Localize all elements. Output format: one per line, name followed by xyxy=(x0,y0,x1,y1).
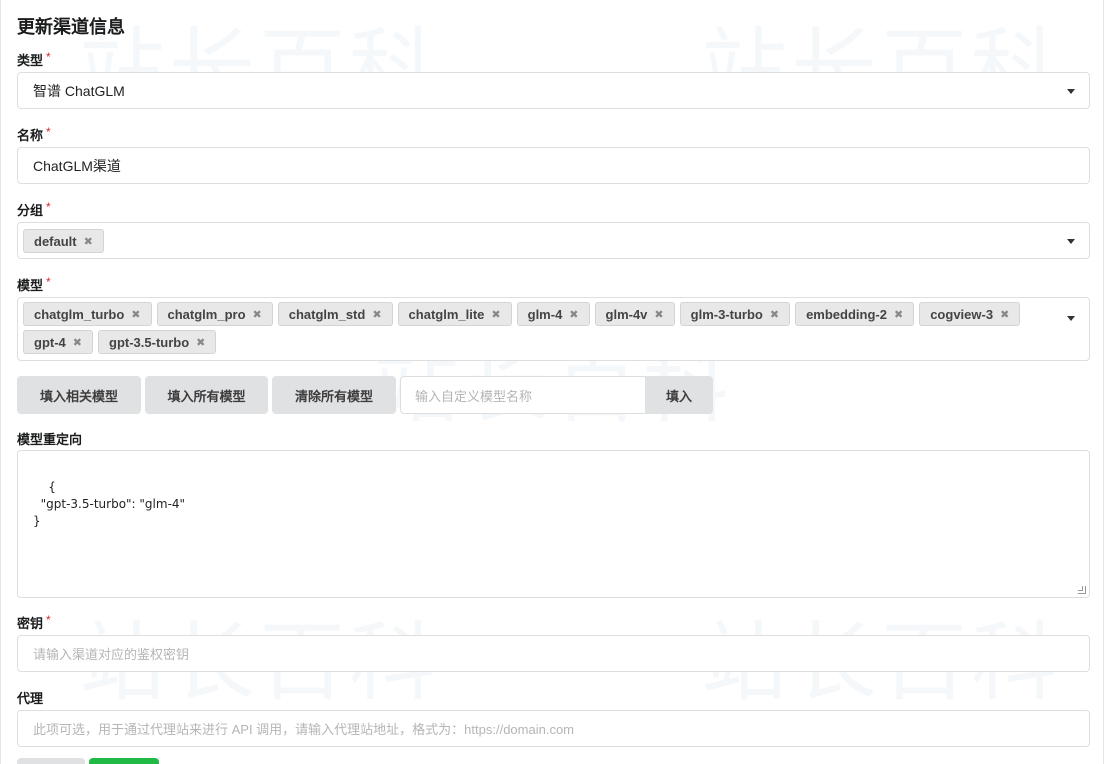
chip: cogview-3 ✖ xyxy=(919,302,1021,326)
key-input-placeholder: 请输入渠道对应的鉴权密钥 xyxy=(33,647,190,662)
models-label: 模型 * xyxy=(17,275,51,294)
remove-chip-icon[interactable]: ✖ xyxy=(654,308,663,321)
model-chip-list: chatglm_turbo ✖ chatglm_pro ✖ chatglm_std ✖ ch… xyxy=(18,298,1089,358)
required-mark: * xyxy=(46,200,51,214)
type-label: 类型 * xyxy=(17,50,51,69)
remove-chip-icon[interactable]: ✖ xyxy=(894,308,903,321)
models-label-text: 模型 xyxy=(17,278,44,293)
model-mapping-textarea[interactable]: { "gpt-3.5-turbo": "glm-4" } xyxy=(17,450,1090,598)
dropdown-caret-icon xyxy=(1067,238,1075,244)
chip: glm-4 ✖ xyxy=(516,302,590,326)
chip: glm-4v ✖ xyxy=(594,302,675,326)
chip: chatglm_std ✖ xyxy=(277,302,393,326)
group-select[interactable]: default ✖ xyxy=(17,222,1090,259)
remove-chip-icon[interactable]: ✖ xyxy=(84,235,93,248)
remove-chip-icon[interactable]: ✖ xyxy=(770,308,779,321)
chip-label: chatglm_turbo xyxy=(34,306,125,322)
model-mapping-label: 模型重定向 xyxy=(17,429,82,448)
fill-all-models-button[interactable]: 填入所有模型 xyxy=(145,376,268,414)
group-label: 分组 * xyxy=(17,200,51,219)
type-label-text: 类型 xyxy=(17,53,44,68)
chip-label: cogview-3 xyxy=(930,306,994,322)
remove-chip-icon[interactable]: ✖ xyxy=(253,308,262,321)
chip: chatglm_lite ✖ xyxy=(397,302,512,326)
fill-custom-model-button[interactable]: 填入 xyxy=(645,376,713,414)
dropdown-caret-icon xyxy=(1067,316,1075,321)
chip-label: chatglm_lite xyxy=(408,306,485,322)
chip-label: chatglm_pro xyxy=(167,306,246,322)
group-label-text: 分组 xyxy=(17,203,44,218)
custom-model-input[interactable]: 输入自定义模型名称 xyxy=(400,376,645,414)
group-chip-list: default ✖ xyxy=(18,223,1089,257)
name-input-value: ChatGLM渠道 xyxy=(33,157,121,174)
proxy-label-text: 代理 xyxy=(17,691,44,706)
required-mark: * xyxy=(46,613,51,627)
name-label: 名称 * xyxy=(17,125,51,144)
remove-chip-icon[interactable]: ✖ xyxy=(131,308,140,321)
chip-label: embedding-2 xyxy=(806,306,887,322)
models-select[interactable]: chatglm_turbo ✖ chatglm_pro ✖ chatglm_std ✖ ch… xyxy=(17,297,1090,361)
type-select[interactable]: 智谱 ChatGLM xyxy=(17,72,1090,109)
chip: default ✖ xyxy=(23,229,104,253)
fill-related-models-button[interactable]: 填入相关模型 xyxy=(17,376,141,414)
chip-label: glm-4 xyxy=(527,306,563,322)
model-mapping-value: { "gpt-3.5-turbo": "glm-4" } xyxy=(33,480,186,528)
chip-label: glm-4v xyxy=(605,306,648,322)
chip: glm-3-turbo ✖ xyxy=(679,302,791,326)
required-mark: * xyxy=(46,275,51,289)
chip-label: chatglm_std xyxy=(288,306,366,322)
chip: gpt-3.5-turbo ✖ xyxy=(98,330,217,354)
name-input[interactable]: ChatGLM渠道 xyxy=(17,147,1090,184)
key-input[interactable]: 请输入渠道对应的鉴权密钥 xyxy=(17,635,1090,672)
remove-chip-icon[interactable]: ✖ xyxy=(569,308,578,321)
chip-label: default xyxy=(34,233,77,249)
key-label: 密钥 * xyxy=(17,613,51,632)
page-title: 更新渠道信息 xyxy=(17,17,125,37)
cancel-button[interactable] xyxy=(17,758,85,764)
required-mark: * xyxy=(46,50,51,64)
dropdown-caret-icon xyxy=(1067,88,1075,94)
chip-label: glm-3-turbo xyxy=(690,306,763,322)
model-mapping-label-text: 模型重定向 xyxy=(17,432,83,447)
edit-channel-page: 站长百科 站长百科 站长百科 站长百科 站长百科 更新渠道信息 类型* 智谱 C… xyxy=(0,0,1104,764)
required-mark: * xyxy=(46,125,51,139)
chip-label: gpt-4 xyxy=(34,334,66,350)
chip-label: gpt-3.5-turbo xyxy=(109,334,190,350)
type-select-value: 智谱 ChatGLM xyxy=(33,82,125,99)
proxy-label: 代理 xyxy=(17,688,43,707)
chip: chatglm_turbo ✖ xyxy=(23,302,152,326)
remove-chip-icon[interactable]: ✖ xyxy=(196,336,205,349)
custom-model-placeholder: 输入自定义模型名称 xyxy=(415,388,533,404)
remove-chip-icon[interactable]: ✖ xyxy=(1000,308,1009,321)
resize-handle-icon[interactable] xyxy=(1078,586,1086,594)
key-label-text: 密钥 xyxy=(17,616,44,631)
submit-button[interactable] xyxy=(89,758,159,764)
proxy-input-placeholder: 此项可选，用于通过代理站来进行 API 调用，请输入代理站地址，格式为：http… xyxy=(33,722,575,737)
proxy-input[interactable]: 此项可选，用于通过代理站来进行 API 调用，请输入代理站地址，格式为：http… xyxy=(17,710,1090,747)
chip: chatglm_pro ✖ xyxy=(156,302,273,326)
chip: embedding-2 ✖ xyxy=(795,302,915,326)
clear-all-models-button[interactable]: 清除所有模型 xyxy=(272,376,396,414)
remove-chip-icon[interactable]: ✖ xyxy=(73,336,82,349)
remove-chip-icon[interactable]: ✖ xyxy=(491,308,500,321)
name-label-text: 名称 xyxy=(17,128,44,143)
remove-chip-icon[interactable]: ✖ xyxy=(372,308,381,321)
chip: gpt-4 ✖ xyxy=(23,330,93,354)
